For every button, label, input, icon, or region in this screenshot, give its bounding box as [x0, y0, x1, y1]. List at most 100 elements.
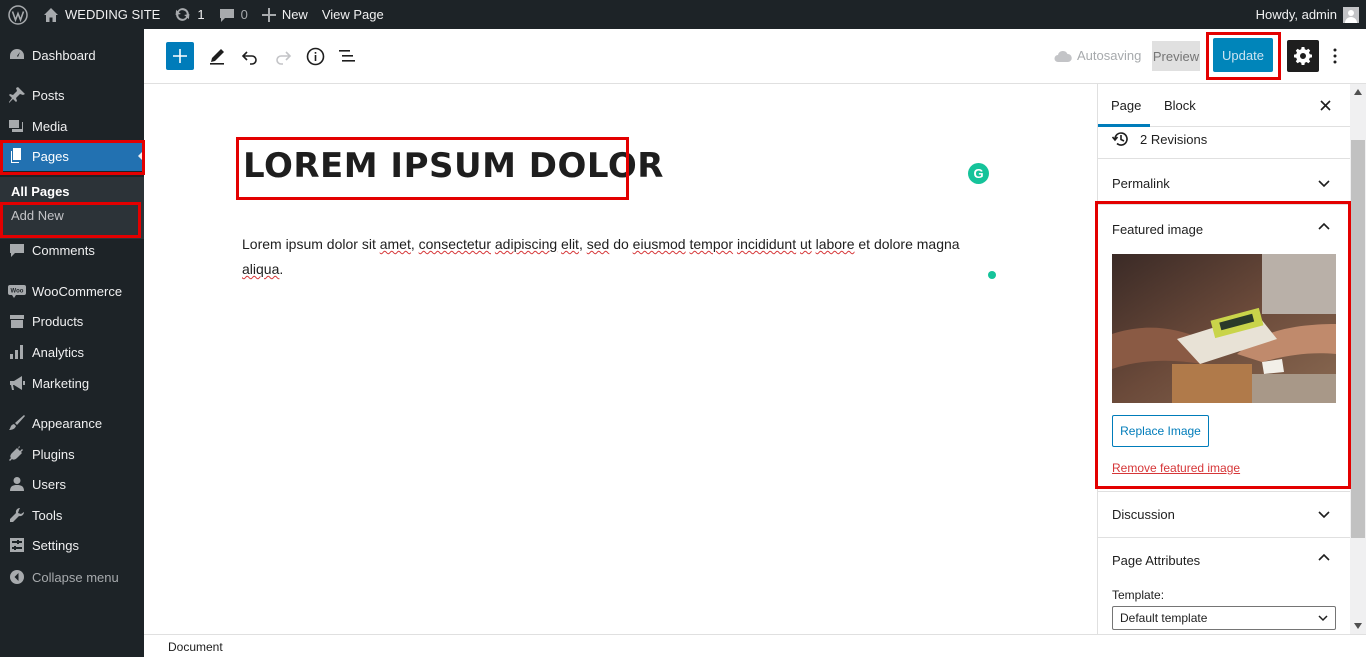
- remove-featured-image-link[interactable]: Remove featured image: [1112, 461, 1240, 475]
- more-vertical-icon: [1333, 48, 1337, 64]
- new-content-link[interactable]: New: [255, 0, 315, 29]
- list-view-button[interactable]: [333, 42, 361, 70]
- close-panel-button[interactable]: [1316, 96, 1334, 114]
- submenu-all-pages[interactable]: All Pages: [11, 184, 70, 199]
- text: do: [609, 236, 633, 252]
- list-view-icon: [339, 50, 355, 62]
- admin-bar: WEDDING SITE 1 0 New View Page Howdy, ad…: [0, 0, 1366, 29]
- permalink-section[interactable]: Permalink: [1098, 159, 1350, 205]
- sidebar-item-plugins[interactable]: Plugins: [0, 439, 144, 469]
- scroll-up-arrow-icon[interactable]: [1354, 89, 1362, 95]
- settings-sliders-icon: [8, 536, 26, 554]
- featured-image-thumbnail[interactable]: [1112, 254, 1336, 403]
- scroll-down-arrow-icon[interactable]: [1354, 623, 1362, 629]
- misspelled-word: labore: [815, 236, 855, 252]
- chevron-up-icon[interactable]: [1317, 220, 1331, 234]
- text: ,: [410, 236, 419, 252]
- sidebar-item-label: Posts: [32, 87, 65, 103]
- text: ,: [578, 236, 587, 252]
- grammarly-icon[interactable]: G: [968, 163, 989, 184]
- redo-button[interactable]: [269, 42, 297, 70]
- howdy-text: Howdy, admin: [1255, 7, 1337, 22]
- replace-image-button[interactable]: Replace Image: [1112, 415, 1209, 447]
- preview-button[interactable]: Preview: [1152, 41, 1200, 71]
- submenu-add-new[interactable]: Add New: [11, 208, 64, 223]
- permalink-label: Permalink: [1112, 176, 1170, 191]
- updates-link[interactable]: 1: [167, 0, 211, 29]
- sidebar-item-comments[interactable]: Comments: [0, 235, 144, 265]
- sidebar-item-settings[interactable]: Settings: [0, 530, 144, 560]
- more-options-button[interactable]: [1325, 42, 1345, 70]
- add-block-button[interactable]: [166, 42, 194, 70]
- misspelled-word: consectetur: [418, 236, 491, 252]
- revisions-row[interactable]: 2 Revisions: [1098, 127, 1350, 159]
- history-icon: [1112, 132, 1128, 146]
- page-attributes-label[interactable]: Page Attributes: [1112, 553, 1200, 568]
- discussion-section[interactable]: Discussion: [1098, 492, 1350, 538]
- sidebar-item-media[interactable]: Media: [0, 111, 144, 141]
- collapse-menu-button[interactable]: Collapse menu: [0, 562, 144, 592]
- post-title[interactable]: LOREM IPSUM DOLOR: [243, 146, 664, 186]
- wordpress-logo-icon[interactable]: [0, 0, 36, 29]
- pages-submenu: All Pages Add New: [0, 177, 144, 239]
- sidebar-item-users[interactable]: Users: [0, 469, 144, 499]
- megaphone-icon: [8, 374, 26, 392]
- misspelled-word: incididunt: [736, 236, 797, 252]
- breadcrumb[interactable]: Document: [168, 640, 223, 654]
- sidebar-item-label: Dashboard: [32, 47, 96, 63]
- plug-icon: [8, 445, 26, 463]
- sidebar-item-marketing[interactable]: Marketing: [0, 368, 144, 398]
- misspelled-word: amet: [379, 236, 411, 252]
- comments-link[interactable]: 0: [212, 0, 255, 29]
- sidebar-item-label: Pages: [32, 148, 69, 164]
- gear-icon: [1294, 47, 1312, 65]
- sidebar-item-woocommerce[interactable]: Woo WooCommerce: [0, 276, 144, 306]
- autosave-status: Autosaving: [1054, 48, 1141, 63]
- sidebar-item-tools[interactable]: Tools: [0, 500, 144, 530]
- autosave-label: Autosaving: [1077, 48, 1142, 63]
- grammarly-dot: [988, 271, 996, 279]
- discussion-label: Discussion: [1112, 507, 1175, 522]
- sidebar-item-appearance[interactable]: Appearance: [0, 408, 144, 438]
- comment-bubble-icon: [219, 8, 234, 22]
- plus-icon: [261, 7, 276, 22]
- scrollbar-thumb[interactable]: [1351, 140, 1365, 538]
- sidebar-item-label: Products: [32, 313, 84, 329]
- details-button[interactable]: [301, 42, 329, 70]
- svg-text:Woo: Woo: [11, 289, 24, 295]
- sidebar-item-dashboard[interactable]: Dashboard: [0, 40, 144, 70]
- sidebar-item-label: Plugins: [32, 446, 75, 462]
- sidebar-item-analytics[interactable]: Analytics: [0, 337, 144, 367]
- dashboard-icon: [8, 46, 26, 64]
- collapse-arrow-icon: [8, 568, 26, 586]
- chevron-up-icon[interactable]: [1317, 551, 1331, 565]
- paragraph-block[interactable]: Lorem ipsum dolor sit amet, consectetur …: [242, 232, 1002, 282]
- sidebar-item-label: Media: [32, 118, 68, 134]
- my-account-link[interactable]: Howdy, admin: [1255, 6, 1366, 23]
- misspelled-word: adipiscing: [494, 236, 558, 252]
- revisions-label: 2 Revisions: [1140, 132, 1208, 147]
- undo-button[interactable]: [236, 42, 264, 70]
- sidebar-item-posts[interactable]: Posts: [0, 80, 144, 110]
- pushpin-icon: [8, 86, 26, 104]
- update-button[interactable]: Update: [1213, 38, 1273, 72]
- block-breadcrumb-bar: Document: [144, 634, 1366, 657]
- template-select[interactable]: Default template: [1112, 606, 1336, 630]
- tools-button[interactable]: [203, 42, 231, 70]
- updates-count: 1: [197, 7, 205, 22]
- view-page-link[interactable]: View Page: [315, 0, 391, 29]
- settings-toggle-button[interactable]: [1287, 40, 1319, 72]
- sidebar-item-label: Analytics: [32, 344, 85, 360]
- sidebar-item-products[interactable]: Products: [0, 306, 144, 336]
- featured-image-label[interactable]: Featured image: [1112, 222, 1203, 237]
- tab-page[interactable]: Page: [1111, 98, 1141, 113]
- tab-block[interactable]: Block: [1164, 98, 1196, 113]
- site-name-link[interactable]: WEDDING SITE: [36, 0, 167, 29]
- misspelled-word: elit: [561, 236, 579, 252]
- template-value: Default template: [1120, 611, 1208, 625]
- sidebar-item-label: Marketing: [32, 375, 90, 391]
- new-label: New: [281, 7, 308, 22]
- misspelled-word: ut: [800, 236, 812, 252]
- wrench-icon: [8, 506, 26, 524]
- sidebar-item-pages[interactable]: Pages: [0, 141, 144, 171]
